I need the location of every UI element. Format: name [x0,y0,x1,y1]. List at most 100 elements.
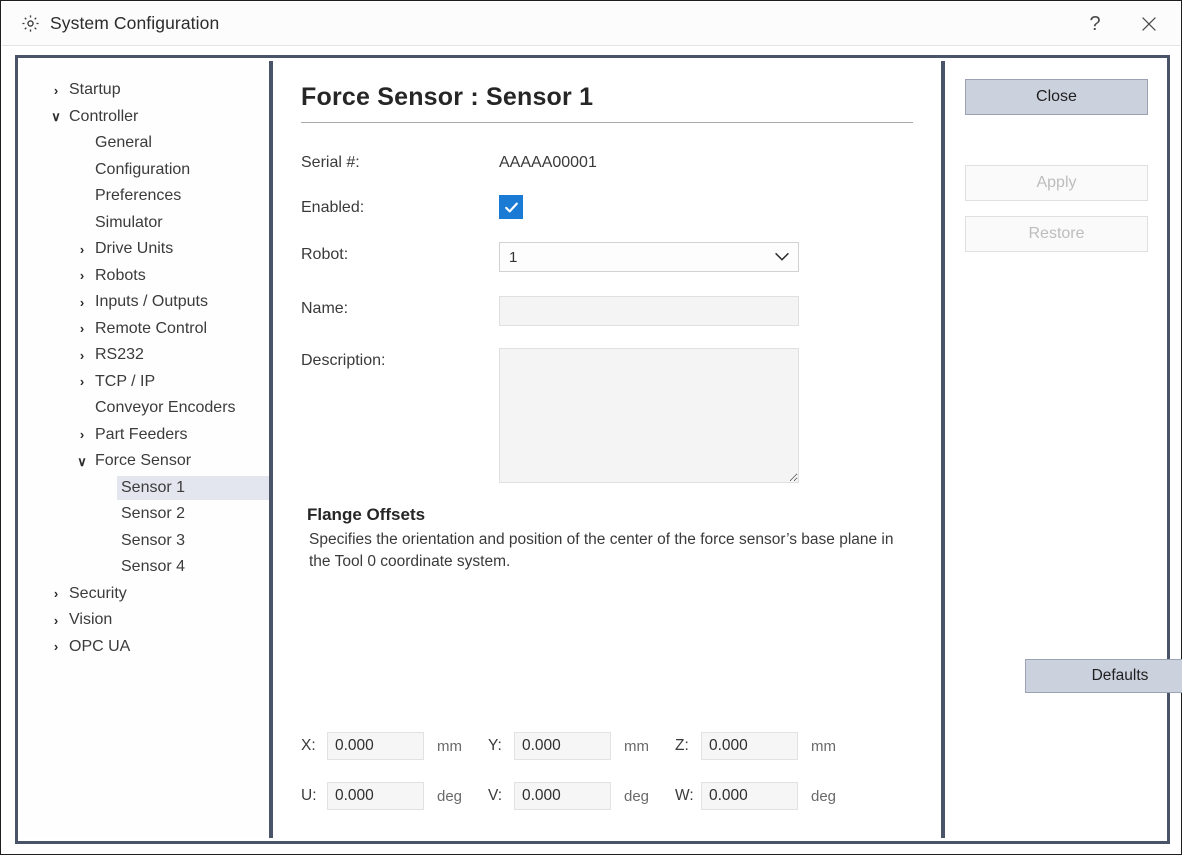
settings-tree[interactable]: ›Startup∨Controller›General›Configuratio… [21,61,273,838]
flange-offsets-heading: Flange Offsets [307,505,426,524]
window-title: System Configuration [50,13,220,33]
coordinate-label-w: W: [675,787,694,804]
sidebar-item-part-feeders[interactable]: › Part Feeders [21,422,269,449]
defaults-button[interactable]: Defaults [1025,659,1182,693]
coordinate-unit-u: deg [437,787,463,805]
close-icon [1142,17,1156,31]
sidebar-item-label: Sensor 1 [117,475,269,500]
sidebar-item-security[interactable]: › Security [21,581,269,608]
coordinate-unit-y: mm [624,737,649,755]
chevron-down-icon[interactable]: ∨ [71,455,93,468]
gear-icon [20,14,40,34]
chevron-right-icon[interactable]: › [71,296,93,309]
main-panel: Force Sensor : Sensor 1 Serial #: AAAAA0… [273,61,1182,838]
chevron-right-icon[interactable]: › [45,587,67,600]
coordinate-row-uvw: U: deg V: deg W: deg [301,782,862,810]
apply-button[interactable]: Apply [965,165,1148,201]
chevron-right-icon[interactable]: › [71,375,93,388]
coordinate-input-z[interactable] [701,732,798,760]
sidebar-item-remote-control[interactable]: › Remote Control [21,316,269,343]
sidebar-item-label: Robots [95,266,146,284]
sidebar-item-label: Vision [69,611,113,629]
field-row-description: Description: [301,348,917,483]
coordinate-cell-v: V: deg [488,782,675,810]
coordinate-input-w[interactable] [701,782,798,810]
sidebar-item-conveyor-encoders[interactable]: ›Conveyor Encoders [21,395,269,422]
coordinate-input-y[interactable] [514,732,611,760]
chevron-right-icon[interactable]: › [71,349,93,362]
coordinate-cell-z: Z: mm [675,732,862,760]
sidebar-item-force-sensor[interactable]: ∨ Force Sensor [21,448,269,475]
sidebar-item-sensor-3[interactable]: ›Sensor 3 [21,528,269,555]
coordinate-cell-w: W: deg [675,782,862,810]
name-label: Name: [301,300,349,317]
sidebar-item-drive-units[interactable]: › Drive Units [21,236,269,263]
name-input[interactable] [499,296,799,326]
chevron-right-icon[interactable]: › [71,322,93,335]
coordinate-input-u[interactable] [327,782,424,810]
sidebar-item-general[interactable]: ›General [21,130,269,157]
system-configuration-window: System Configuration ? › Startup ∨ Controll… [0,0,1182,855]
serial-value: AAAAA00001 [499,154,597,171]
sidebar-item-label: Part Feeders [95,425,188,443]
action-button-column: Close Apply Restore [941,61,1164,838]
sidebar-item-label: Simulator [95,213,163,231]
field-row-robot: Robot: 1 [301,242,917,272]
coordinate-input-v[interactable] [514,782,611,810]
coordinate-label-x: X: [301,737,316,754]
help-button[interactable]: ? [1068,2,1122,46]
robot-select-value: 1 [509,248,518,266]
coordinate-row-xyz: X: mm Y: mm Z: mm [301,732,862,760]
sidebar-item-preferences[interactable]: ›Preferences [21,183,269,210]
description-input[interactable] [499,348,799,483]
chevron-down-icon [774,250,790,265]
sidebar-item-opc-ua[interactable]: › OPC UA [21,634,269,661]
sidebar-item-label: OPC UA [69,637,131,655]
coordinate-cell-u: U: deg [301,782,488,810]
coordinate-unit-x: mm [437,737,462,755]
sidebar-item-label: Sensor 2 [121,505,186,523]
page-title: Force Sensor : Sensor 1 [301,83,594,111]
description-label: Description: [301,352,386,369]
sidebar-item-robots[interactable]: › Robots [21,263,269,290]
sidebar-item-label: Force Sensor [95,452,192,470]
sidebar-item-tcp-ip[interactable]: › TCP / IP [21,369,269,396]
sidebar-item-startup[interactable]: › Startup [21,77,269,104]
sidebar-item-sensor-2[interactable]: ›Sensor 2 [21,501,269,528]
chevron-down-icon[interactable]: ∨ [45,110,67,123]
close-button[interactable]: Close [965,79,1148,115]
coordinate-unit-z: mm [811,737,836,755]
sidebar-item-controller[interactable]: ∨ Controller [21,104,269,131]
sidebar-item-label: Sensor 4 [121,558,186,576]
sidebar-item-inputs-outputs[interactable]: › Inputs / Outputs [21,289,269,316]
sidebar-item-sensor-1[interactable]: ›Sensor 1 [21,475,269,502]
coordinate-label-u: U: [301,787,317,804]
sidebar-item-vision[interactable]: › Vision [21,607,269,634]
sidebar-item-label: Conveyor Encoders [95,399,236,417]
sidebar-item-label: Drive Units [95,240,174,258]
chevron-right-icon[interactable]: › [71,428,93,441]
chevron-right-icon[interactable]: › [71,269,93,282]
sidebar-item-rs232[interactable]: › RS232 [21,342,269,369]
check-icon [504,202,518,212]
enabled-checkbox[interactable] [499,195,523,219]
sidebar-item-label: Inputs / Outputs [95,293,208,311]
robot-select[interactable]: 1 [499,242,799,272]
window-titlebar: System Configuration ? [2,2,1180,46]
coordinate-label-v: V: [488,787,503,804]
sidebar-item-label: RS232 [95,346,144,364]
chevron-right-icon[interactable]: › [45,84,67,97]
sidebar-item-configuration[interactable]: ›Configuration [21,157,269,184]
close-window-button[interactable] [1122,2,1176,46]
sidebar-item-simulator[interactable]: ›Simulator [21,210,269,237]
sidebar-item-sensor-4[interactable]: ›Sensor 4 [21,554,269,581]
coordinate-input-x[interactable] [327,732,424,760]
chevron-right-icon[interactable]: › [45,614,67,627]
sidebar-item-label: TCP / IP [95,372,156,390]
serial-label: Serial #: [301,154,360,171]
sidebar-item-label: Security [69,584,127,602]
flange-offsets-description: Specifies the orientation and position o… [309,531,894,570]
chevron-right-icon[interactable]: › [71,243,93,256]
chevron-right-icon[interactable]: › [45,640,67,653]
restore-button[interactable]: Restore [965,216,1148,252]
